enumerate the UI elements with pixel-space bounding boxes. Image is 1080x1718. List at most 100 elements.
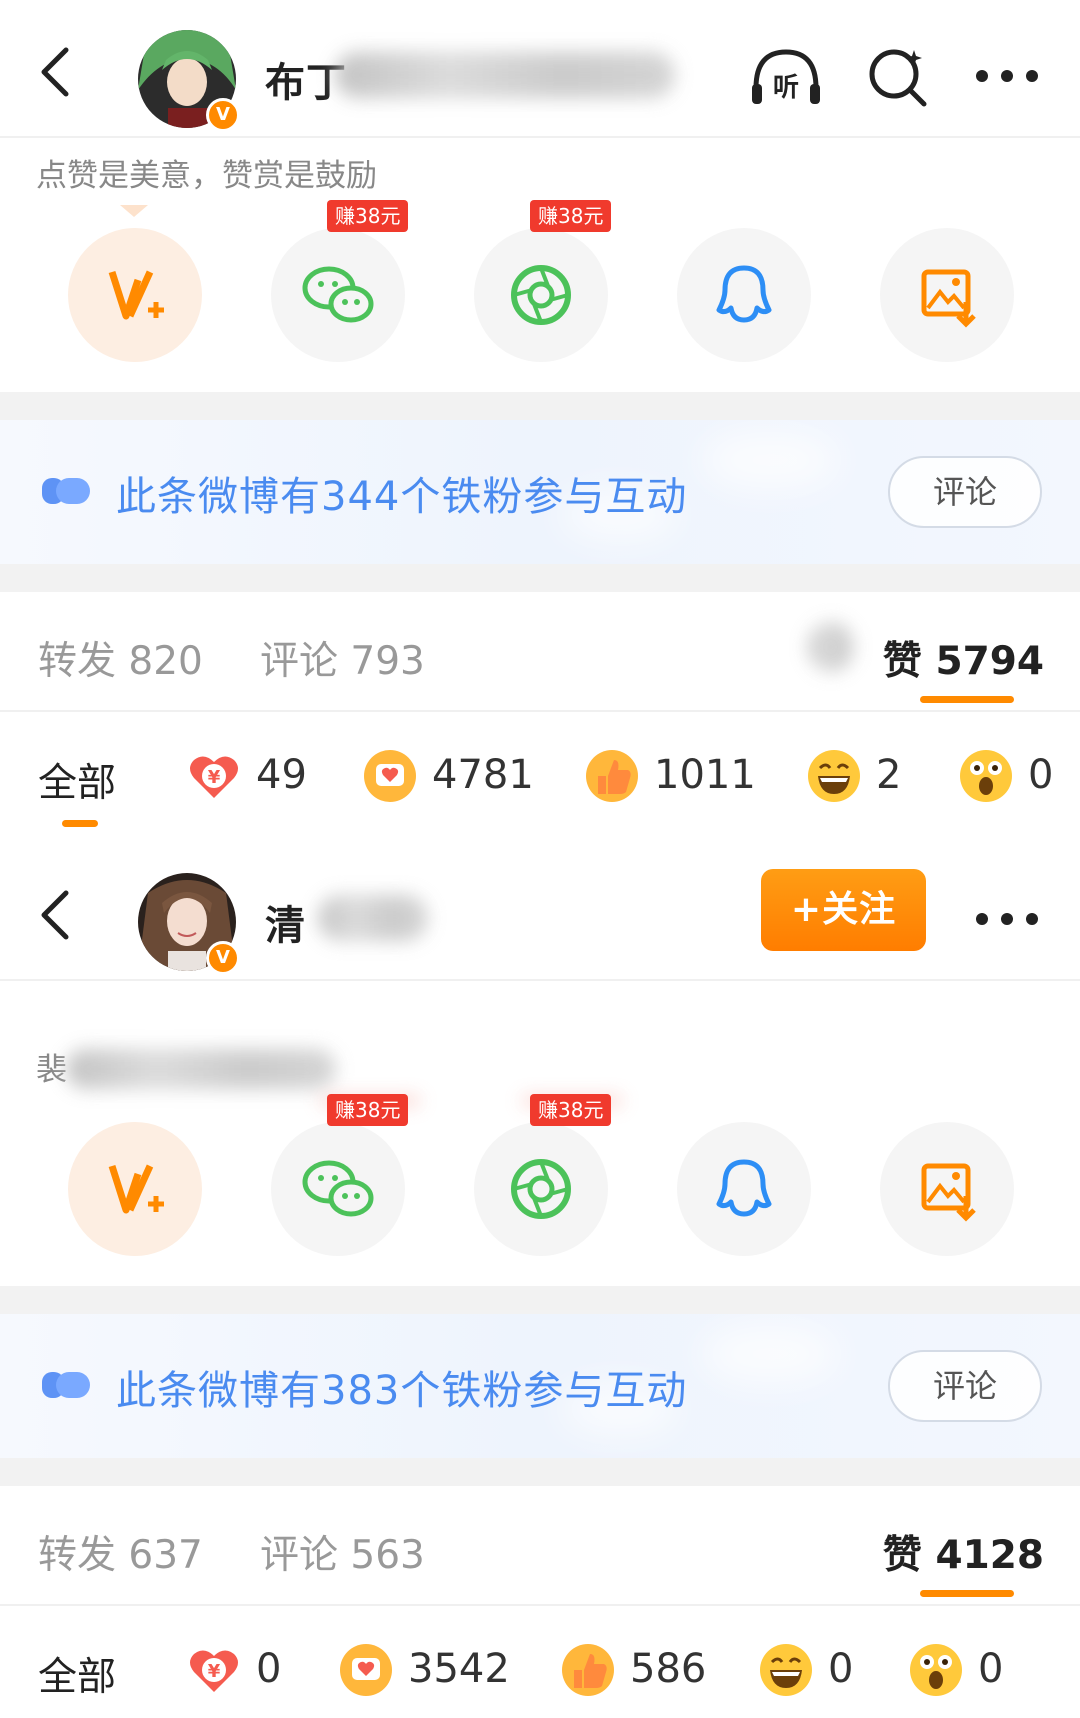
like-label: 赞 [882,639,922,684]
surprise-icon [960,750,1012,802]
tip-text: 裴 [36,1052,67,1088]
reaction-count: 2 [876,752,902,798]
like-count-tab[interactable]: 赞 4128 [883,1524,1044,1580]
wechat-share-button[interactable]: 赚38元 [271,1094,409,1256]
iron-fan-banner: 此条微博有383个铁粉参与互动 评论 [0,1314,1080,1458]
comment-count-tab[interactable]: 评论 793 [260,630,425,686]
iron-fan-text: 此条微博有344个铁粉参与互动 [116,474,688,520]
back-arrow-icon[interactable] [34,885,78,945]
fan-comment-button[interactable]: 评论 [888,456,1042,528]
avatar[interactable]: V [138,30,240,132]
verified-badge-icon: V [206,98,240,132]
qq-icon [716,1159,772,1217]
like-value: 4128 [935,1533,1044,1578]
vplus-icon [108,270,164,320]
search-icon[interactable] [866,44,932,110]
divider-band [0,1286,1080,1314]
reaction-count: 0 [1028,752,1054,798]
verified-badge-icon: V [206,941,240,975]
reaction-filter-row: 全部 ¥ 49 4781 1011 2 0 [0,712,1080,832]
vplus-share-button[interactable] [68,228,202,362]
divider-band [0,1458,1080,1486]
save-image-button[interactable] [880,1122,1014,1256]
iron-fan-icon [42,478,90,504]
like-label: 赞 [882,1533,922,1578]
redacted-tip [66,1049,336,1089]
reaction-count: 0 [256,1646,282,1692]
reward-icon: ¥ [190,1650,238,1692]
reaction-count: 586 [630,1646,707,1692]
heart-bubble-icon [364,750,416,802]
laugh-icon [760,1644,812,1696]
tip-pointer [120,205,148,217]
reaction-filter-row: 全部 ¥ 0 3542 586 0 0 [0,1606,1080,1718]
back-arrow-icon[interactable] [34,42,78,102]
post-detail-2: V 清 +关注 裴 赚38元 赚38元 此条微博有383个铁粉参与互动 评论 转… [0,843,1080,1718]
svg-text:¥: ¥ [208,1661,221,1682]
vplus-icon [108,1164,164,1214]
divider-band [0,564,1080,592]
post-detail-1: V 布丁 听 点赞是美意，赞赏是鼓励 赚38元 赚38元 此条微博有344个铁粉… [0,0,1080,859]
repost-count-tab[interactable]: 转发 637 [38,1524,203,1580]
reaction-count: 1011 [654,752,756,798]
reward-icon: ¥ [190,756,238,798]
iron-fan-text: 此条微博有383个铁粉参与互动 [116,1368,688,1414]
qq-icon [716,265,772,323]
surprise-icon [910,1644,962,1696]
earn-tag: 赚38元 [530,200,612,232]
qq-share-button[interactable] [677,228,811,362]
reaction-all-tab[interactable]: 全部 [38,752,116,808]
reaction-count: 4781 [432,752,534,798]
counts-row: 转发 637 评论 563 赞 4128 [0,1486,1080,1606]
qq-share-button[interactable] [677,1122,811,1256]
counts-row: 转发 820 评论 793 赞 5794 [0,592,1080,712]
heart-bubble-icon [340,1644,392,1696]
reaction-all-tab[interactable]: 全部 [38,1646,116,1702]
active-tab-underline [920,1590,1014,1597]
moments-share-button[interactable]: 赚38元 [474,1094,612,1256]
listen-label: 听 [773,73,799,103]
share-row: 赚38元 赚38元 [0,1094,1080,1256]
wechat-share-button[interactable]: 赚38元 [271,200,409,362]
save-image-button[interactable] [880,228,1014,362]
more-icon[interactable] [974,909,1040,929]
redacted-name [318,895,428,941]
top-bar: V 布丁 听 [0,0,1080,138]
wechat-icon [302,266,374,323]
moments-icon [511,1159,571,1219]
active-tab-underline [920,696,1014,703]
fan-comment-button[interactable]: 评论 [888,1350,1042,1422]
follow-button[interactable]: +关注 [761,869,926,951]
laugh-icon [808,750,860,802]
active-tab-underline [62,820,98,827]
like-count-tab[interactable]: 赞 5794 [883,630,1044,686]
earn-tag: 赚38元 [327,200,409,232]
vplus-share-button[interactable] [68,1122,202,1256]
moments-share-button[interactable]: 赚38元 [474,200,612,362]
avatar[interactable]: V [138,873,240,975]
moments-icon [511,265,571,325]
earn-tag: 赚38元 [530,1094,612,1126]
redacted-name [335,52,675,98]
tip-text: 点赞是美意，赞赏是鼓励 [36,158,377,194]
top-bar: V 清 +关注 [0,843,1080,981]
listen-icon[interactable]: 听 [748,44,824,110]
reaction-count: 0 [828,1646,854,1692]
comment-count-tab[interactable]: 评论 563 [260,1524,425,1580]
reaction-count: 49 [256,752,307,798]
repost-count-tab[interactable]: 转发 820 [38,630,203,686]
wechat-icon [302,1160,374,1217]
like-value: 5794 [935,639,1044,684]
thumbs-up-icon [562,1644,614,1696]
share-row: 赚38元 赚38元 [0,200,1080,362]
iron-fan-banner: 此条微博有344个铁粉参与互动 评论 [0,420,1080,564]
divider-band [0,392,1080,420]
earn-tag: 赚38元 [327,1094,409,1126]
redacted-avatar [808,622,854,672]
save-image-icon [921,1163,976,1222]
user-name[interactable]: 清 [265,893,306,951]
thumbs-up-icon [586,750,638,802]
iron-fan-icon [42,1372,90,1398]
more-icon[interactable] [974,66,1040,86]
save-image-icon [921,269,976,328]
